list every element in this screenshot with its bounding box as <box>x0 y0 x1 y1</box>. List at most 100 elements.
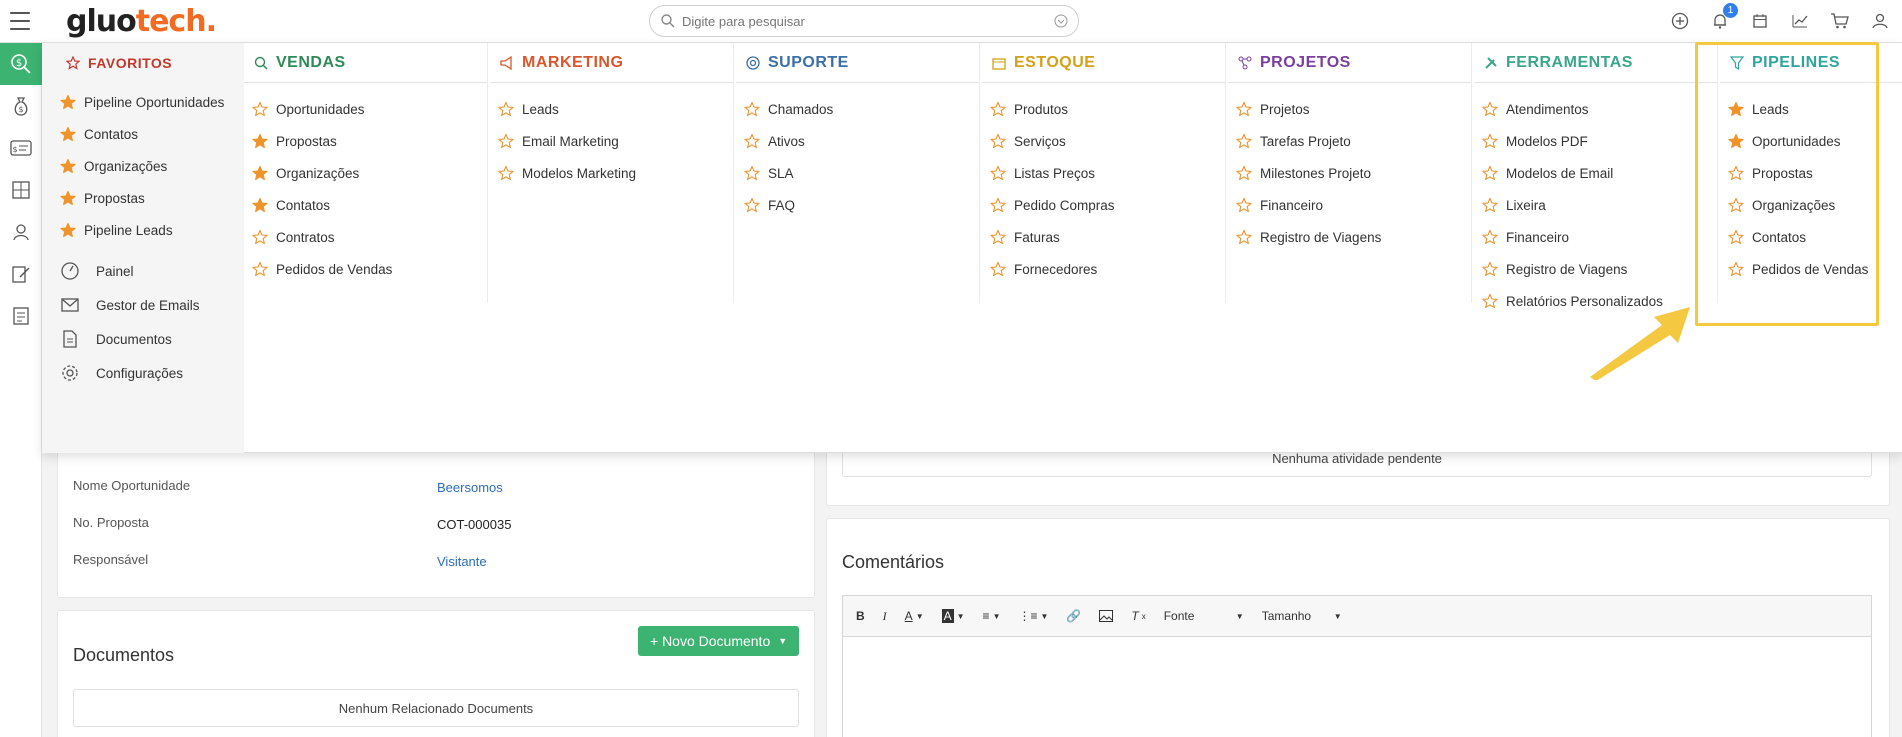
star-outline-icon[interactable] <box>252 101 268 117</box>
star-outline-icon[interactable] <box>1482 229 1498 245</box>
menu-column-header[interactable]: FERRAMENTAS <box>1474 43 1717 83</box>
star-outline-icon[interactable] <box>990 101 1006 117</box>
calendar-icon[interactable] <box>1748 8 1772 34</box>
star-outline-icon[interactable] <box>1482 101 1498 117</box>
star-filled-icon[interactable] <box>60 222 76 238</box>
star-outline-icon[interactable] <box>990 133 1006 149</box>
rail-sales-icon[interactable]: $ <box>0 43 42 85</box>
font-color-button[interactable]: A ▼ <box>900 607 929 625</box>
star-outline-icon[interactable] <box>990 261 1006 277</box>
star-outline-icon[interactable] <box>744 197 760 213</box>
italic-button[interactable]: I <box>878 607 892 626</box>
menu-column-header[interactable]: ESTOQUE <box>982 43 1225 83</box>
menu-item[interactable]: Produtos <box>982 93 1225 125</box>
menu-item[interactable]: Leads <box>490 93 733 125</box>
search-bar[interactable] <box>649 5 1079 37</box>
utility-item[interactable]: Configurações <box>42 356 244 390</box>
menu-item[interactable]: Registro de Viagens <box>1228 221 1471 253</box>
star-filled-icon[interactable] <box>252 165 268 181</box>
menu-column-header[interactable]: PROJETOS <box>1228 43 1471 83</box>
menu-item[interactable]: Organizações <box>244 157 487 189</box>
star-filled-icon[interactable] <box>60 94 76 110</box>
rail-money-bag-icon[interactable]: $ <box>0 85 42 127</box>
utility-item[interactable]: Documentos <box>42 322 244 356</box>
menu-column-header[interactable]: VENDAS <box>244 43 487 83</box>
star-outline-icon[interactable] <box>990 197 1006 213</box>
star-outline-icon[interactable] <box>1236 101 1252 117</box>
star-outline-icon[interactable] <box>1482 165 1498 181</box>
menu-item[interactable]: Listas Preços <box>982 157 1225 189</box>
menu-item[interactable]: Contratos <box>244 221 487 253</box>
search-options-icon[interactable] <box>1054 14 1068 28</box>
notifications-bell-icon[interactable]: 1 <box>1708 3 1738 34</box>
clear-format-icon[interactable]: Tx <box>1126 607 1150 625</box>
rail-contacts-icon[interactable] <box>0 211 42 253</box>
star-outline-icon[interactable] <box>1236 229 1252 245</box>
menu-item[interactable]: Atendimentos <box>1474 93 1717 125</box>
star-outline-icon[interactable] <box>1236 197 1252 213</box>
user-icon[interactable] <box>1868 8 1892 34</box>
star-outline-icon[interactable] <box>1482 261 1498 277</box>
menu-item[interactable]: SLA <box>736 157 979 189</box>
cart-icon[interactable] <box>1828 8 1852 34</box>
favorite-item[interactable]: Pipeline Oportunidades <box>42 86 244 118</box>
menu-item[interactable]: Projetos <box>1228 93 1471 125</box>
menu-item[interactable]: Lixeira <box>1474 189 1717 221</box>
menu-item[interactable]: Tarefas Projeto <box>1228 125 1471 157</box>
star-outline-icon[interactable] <box>252 261 268 277</box>
menu-item[interactable]: Modelos PDF <box>1474 125 1717 157</box>
menu-item[interactable]: Contatos <box>244 189 487 221</box>
star-outline-icon[interactable] <box>498 101 514 117</box>
menu-item[interactable]: Fornecedores <box>982 253 1225 285</box>
rail-billing-icon[interactable]: $ <box>0 127 42 169</box>
bold-button[interactable]: B <box>851 607 870 625</box>
font-select[interactable]: Fonte ▼ <box>1159 607 1249 625</box>
hamburger-menu-icon[interactable] <box>10 12 30 30</box>
menu-item[interactable]: Financeiro <box>1228 189 1471 221</box>
menu-item[interactable]: Registro de Viagens <box>1474 253 1717 285</box>
favorite-item[interactable]: Propostas <box>42 182 244 214</box>
menu-item[interactable]: Pedidos de Vendas <box>244 253 487 285</box>
align-button[interactable]: ≡ ▼ <box>978 607 1006 625</box>
menu-item[interactable]: Oportunidades <box>244 93 487 125</box>
star-filled-icon[interactable] <box>252 133 268 149</box>
menu-item[interactable]: Modelos Marketing <box>490 157 733 189</box>
link-icon[interactable]: 🔗 <box>1061 607 1086 625</box>
star-filled-icon[interactable] <box>252 197 268 213</box>
star-outline-icon[interactable] <box>990 165 1006 181</box>
menu-item[interactable]: Email Marketing <box>490 125 733 157</box>
star-outline-icon[interactable] <box>1236 165 1252 181</box>
favorite-item[interactable]: Contatos <box>42 118 244 150</box>
list-button[interactable]: ⋮≡ ▼ <box>1013 607 1053 625</box>
chart-icon[interactable] <box>1788 8 1812 34</box>
star-outline-icon[interactable] <box>1482 197 1498 213</box>
menu-item[interactable]: Modelos de Email <box>1474 157 1717 189</box>
menu-column-header[interactable]: SUPORTE <box>736 43 979 83</box>
menu-item[interactable]: Chamados <box>736 93 979 125</box>
comment-editor[interactable] <box>842 637 1872 737</box>
rail-inventory-icon[interactable] <box>0 169 42 211</box>
owner-link[interactable]: Visitante <box>437 554 487 569</box>
menu-item[interactable]: Serviços <box>982 125 1225 157</box>
logo[interactable]: gluotech. <box>66 4 217 39</box>
star-outline-icon[interactable] <box>252 229 268 245</box>
star-outline-icon[interactable] <box>744 133 760 149</box>
rail-tasks-icon[interactable] <box>0 295 42 337</box>
menu-item[interactable]: Faturas <box>982 221 1225 253</box>
menu-column-header[interactable]: MARKETING <box>490 43 733 83</box>
star-outline-icon[interactable] <box>744 165 760 181</box>
favorite-item[interactable]: Pipeline Leads <box>42 214 244 246</box>
utility-item[interactable]: Gestor de Emails <box>42 288 244 322</box>
background-color-button[interactable]: A ▼ <box>937 607 970 625</box>
star-outline-icon[interactable] <box>498 133 514 149</box>
menu-item[interactable]: FAQ <box>736 189 979 221</box>
star-outline-icon[interactable] <box>1482 133 1498 149</box>
star-outline-icon[interactable] <box>1236 133 1252 149</box>
new-document-button[interactable]: + Novo Documento ▼ <box>638 626 800 656</box>
utility-item[interactable]: Painel <box>42 254 244 288</box>
star-outline-icon[interactable] <box>498 165 514 181</box>
size-select[interactable]: Tamanho ▼ <box>1257 607 1347 625</box>
menu-item[interactable]: Ativos <box>736 125 979 157</box>
star-filled-icon[interactable] <box>60 126 76 142</box>
rail-edit-icon[interactable] <box>0 253 42 295</box>
